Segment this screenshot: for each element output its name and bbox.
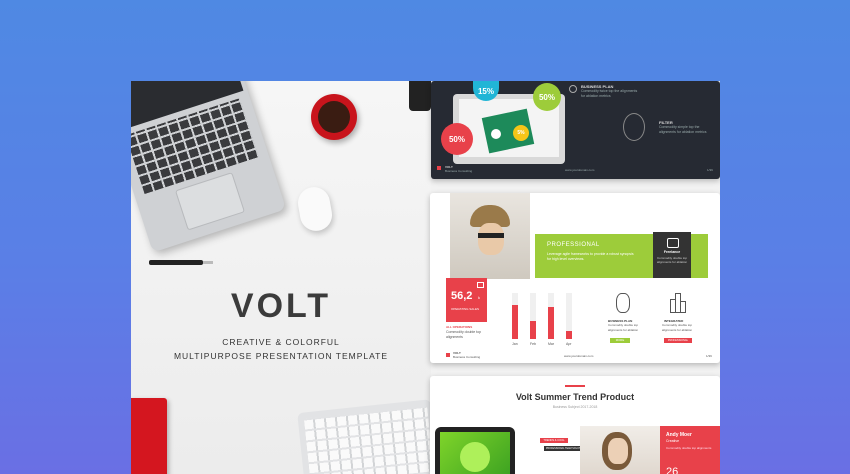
face-image bbox=[478, 223, 504, 255]
slide-title: Volt Summer Trend Product bbox=[515, 392, 635, 402]
chart-x-label: Feb bbox=[530, 342, 537, 346]
coffee bbox=[318, 101, 350, 133]
stat-note-title: ALL OPERATIONS bbox=[446, 325, 473, 329]
model-photo bbox=[580, 426, 660, 474]
main-preview-card: VOLT CREATIVE & COLORFUL MULTIPURPOSE PR… bbox=[131, 81, 720, 474]
laptop-image bbox=[131, 81, 287, 253]
desk-mockup: VOLT CREATIVE & COLORFUL MULTIPURPOSE PR… bbox=[131, 81, 439, 474]
footer-sub: Business Consulting bbox=[445, 169, 473, 173]
stat-caption: OPERATING SALES bbox=[451, 307, 479, 311]
person-note: Commodity double top alignments bbox=[666, 446, 712, 450]
stat-circle-3: 50% bbox=[441, 123, 473, 155]
page-number: 1/39 bbox=[707, 168, 713, 172]
woman-photo bbox=[450, 193, 530, 279]
stat-circle-4: 5% bbox=[513, 125, 529, 141]
professional-banner: PROFESSIONAL Leverage agile frameworks t… bbox=[535, 232, 708, 278]
slide-preview-1: 15% 50% 50% 5% BUSINESS PLAN Commodity t… bbox=[431, 81, 720, 179]
icon-label: Freelance bbox=[663, 250, 681, 254]
chart-x-label: Mar bbox=[548, 342, 555, 346]
profile-card: Andy Moer Creative Commodity double top … bbox=[660, 426, 720, 474]
pen-image bbox=[149, 260, 213, 265]
red-notebook-image bbox=[131, 398, 167, 474]
chart-bar bbox=[512, 305, 518, 339]
stat-circle-2: 50% bbox=[533, 83, 561, 111]
product-subtitle-line1: CREATIVE & COLORFUL bbox=[222, 337, 340, 347]
chart-bar bbox=[566, 331, 572, 339]
brand-logo-icon bbox=[446, 353, 450, 357]
chart-bar bbox=[548, 307, 554, 339]
tablet-screen bbox=[440, 432, 510, 474]
hourglass-icon bbox=[623, 113, 645, 141]
feature-text: Commodity double top alignments for abla… bbox=[661, 323, 693, 332]
stat-note: Commodity double top alignments bbox=[446, 330, 482, 339]
icon-box: Freelance Commodity double top alignment… bbox=[653, 232, 691, 278]
footer-url: www.yourdomain.com bbox=[565, 168, 595, 172]
icon-text: Commodity double top alignments for abla… bbox=[656, 256, 688, 264]
chart-x-label: Apr bbox=[566, 342, 572, 346]
tag-trends: TRENDS & COOL bbox=[540, 438, 568, 443]
footer-sub: Business Consulting bbox=[453, 355, 481, 359]
footer-url: www.yourdomain.com bbox=[564, 354, 594, 358]
monster-illustration bbox=[460, 442, 490, 472]
banner-title: PROFESSIONAL bbox=[547, 242, 600, 248]
professional-button[interactable]: PROFESSIONAL bbox=[664, 338, 692, 343]
chat-icon bbox=[569, 85, 577, 93]
glasses-image bbox=[478, 233, 504, 238]
coffee-mug-image bbox=[311, 94, 357, 140]
buildings-icon bbox=[670, 293, 686, 313]
product-title: VOLT bbox=[230, 287, 332, 325]
slide-subtitle: Business Subject 2017-2018 bbox=[552, 405, 598, 409]
tablet-image bbox=[435, 427, 515, 474]
feature-text: Commodity double top alignments for abla… bbox=[607, 323, 639, 332]
lightbulb-icon bbox=[491, 129, 501, 139]
phone-image bbox=[409, 81, 431, 111]
chart-x-label: Jan bbox=[512, 342, 518, 346]
banner-text: Leverage agile frameworks to provide a r… bbox=[547, 252, 634, 261]
person-name: Andy Moer bbox=[666, 432, 692, 438]
title-accent bbox=[565, 385, 585, 387]
feature-text: Commodity simple top the alignments for … bbox=[659, 125, 707, 134]
calendar-icon bbox=[477, 282, 484, 288]
product-subtitle-line2: MULTIPURPOSE PRESENTATION TEMPLATE bbox=[173, 351, 389, 361]
person-number: 26 bbox=[666, 466, 679, 474]
face-image bbox=[608, 438, 628, 464]
stat-value: 56,2 bbox=[451, 290, 473, 302]
camera-icon bbox=[667, 238, 679, 248]
more-button[interactable]: MORE bbox=[610, 338, 630, 343]
slide-preview-2: PROFESSIONAL Leverage agile frameworks t… bbox=[430, 193, 720, 363]
chart-bar bbox=[530, 321, 536, 339]
brand-logo-icon bbox=[437, 166, 441, 170]
feature-text: Commodity twice top the alignments for a… bbox=[581, 89, 638, 98]
stat-box: 56,2 k OPERATING SALES bbox=[446, 278, 487, 322]
page-number: 1/39 bbox=[706, 354, 712, 358]
stat-unit: k bbox=[478, 295, 480, 300]
keyboard-image bbox=[297, 399, 439, 474]
mouse-image bbox=[295, 184, 335, 234]
person-role: Creative bbox=[666, 439, 680, 443]
hourglass-icon bbox=[616, 293, 630, 313]
